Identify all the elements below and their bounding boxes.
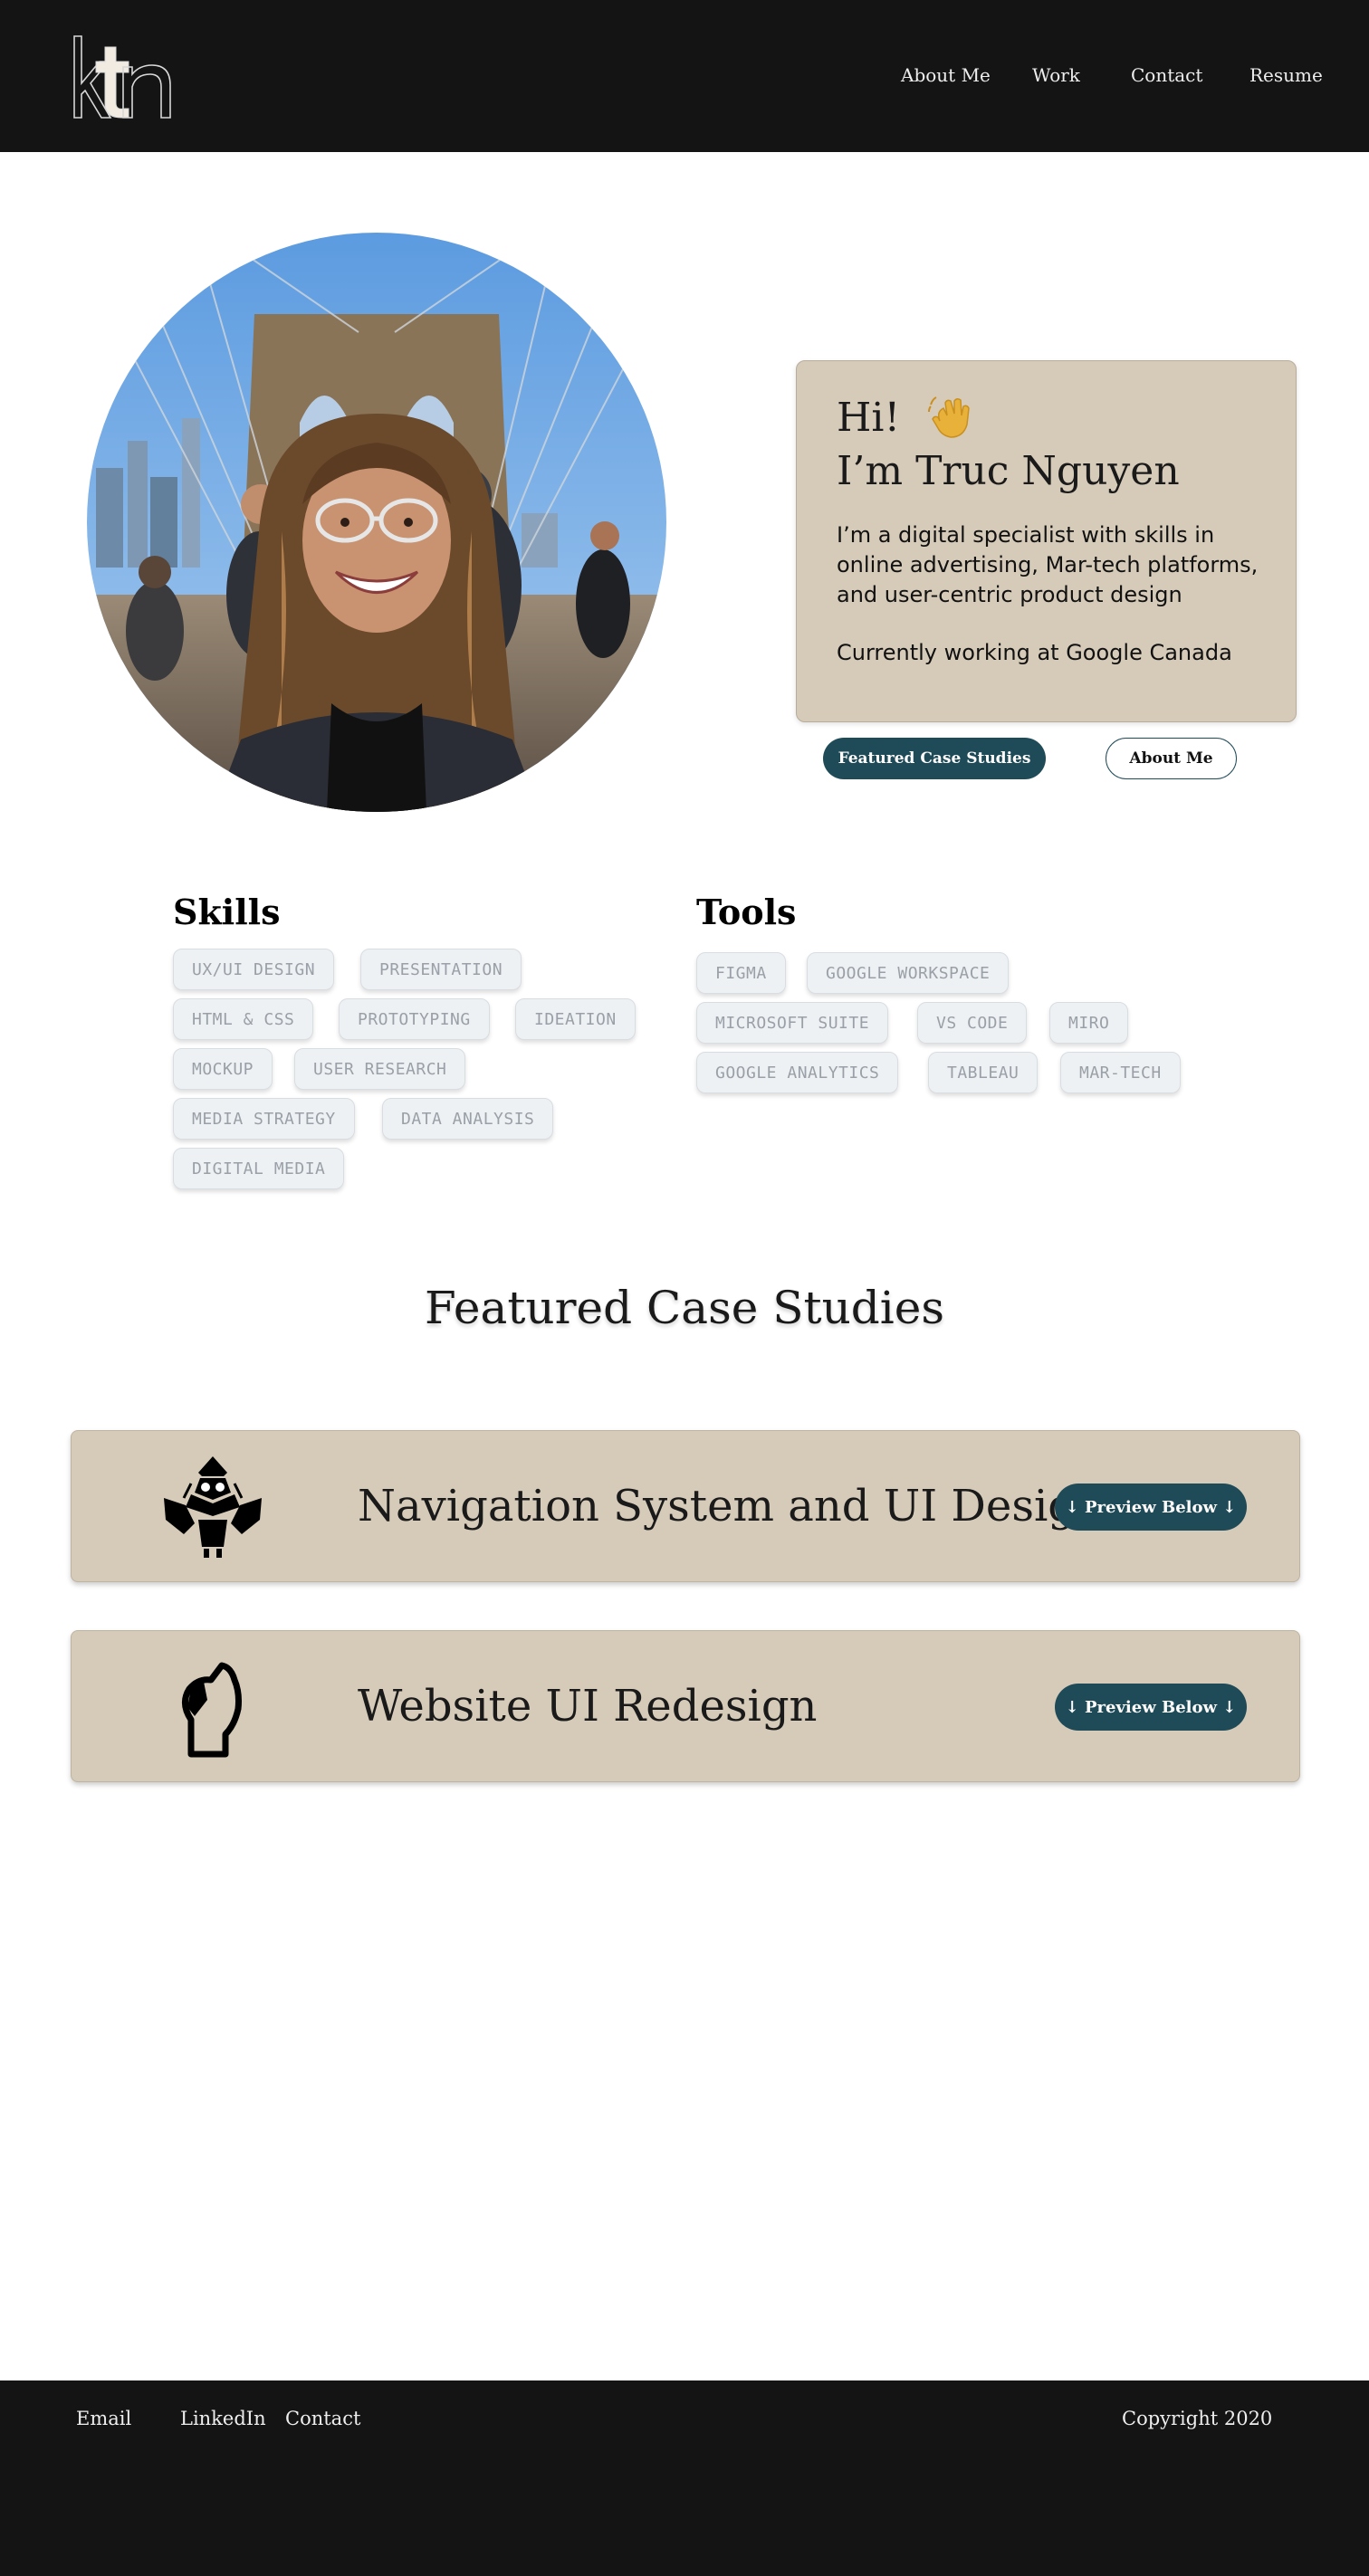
intro-card: Hi! I’m Truc Nguyen I’m a digital specia… — [796, 360, 1297, 722]
tool-tag: MIRO — [1049, 1002, 1129, 1044]
case-study-card-navigation[interactable]: Navigation System and UI Design ↓ Previe… — [71, 1430, 1300, 1582]
tool-tag: MAR-TECH — [1060, 1052, 1181, 1093]
profile-photo — [87, 233, 666, 812]
current-role: Currently working at Google Canada — [837, 640, 1232, 665]
tool-tag: GOOGLE ANALYTICS — [696, 1052, 899, 1093]
tool-tag: GOOGLE WORKSPACE — [807, 952, 1010, 994]
skill-tag: PRESENTATION — [360, 949, 522, 990]
hero-name: I’m Truc Nguyen — [837, 448, 1180, 494]
tools-title: Tools — [696, 892, 797, 932]
greeting-text: Hi! — [837, 394, 901, 441]
tool-tag: VS CODE — [917, 1002, 1028, 1044]
case-study-card-website[interactable]: Website UI Redesign ↓ Preview Below ↓ — [71, 1630, 1300, 1782]
tool-tag: MICROSOFT SUITE — [696, 1002, 889, 1044]
waving-hand-icon — [927, 394, 974, 441]
tool-tag: FIGMA — [696, 952, 786, 994]
skill-tag: DIGITAL MEDIA — [173, 1148, 345, 1189]
skill-tag: DATA ANALYSIS — [382, 1098, 554, 1140]
nav-contact[interactable]: Contact — [1131, 64, 1202, 86]
nav-about-me[interactable]: About Me — [901, 64, 991, 86]
skill-tag: MOCKUP — [173, 1048, 273, 1090]
site-header: About Me Work Contact Resume — [0, 0, 1369, 152]
footer-contact-link[interactable]: Contact — [285, 2408, 360, 2429]
hero-bio: I’m a digital specialist with skills in … — [837, 522, 1259, 607]
skill-tag: IDEATION — [515, 998, 636, 1040]
preview-below-button[interactable]: ↓ Preview Below ↓ — [1055, 1484, 1247, 1531]
skill-tag: PROTOTYPING — [339, 998, 490, 1040]
tool-tag: TABLEAU — [928, 1052, 1039, 1093]
greeting-line: Hi! — [837, 394, 974, 441]
skill-tag: UX/UI DESIGN — [173, 949, 335, 990]
footer-linkedin-link[interactable]: LinkedIn — [180, 2408, 266, 2429]
ktn-logo[interactable] — [69, 31, 177, 121]
skill-tag: HTML & CSS — [173, 998, 314, 1040]
nav-work[interactable]: Work — [1032, 64, 1080, 86]
copyright: Copyright 2020 — [1122, 2408, 1273, 2429]
about-me-button[interactable]: About Me — [1106, 738, 1237, 779]
case-study-title: Navigation System and UI Design — [358, 1481, 1104, 1531]
site-footer: Email LinkedIn Contact Copyright 2020 — [0, 2380, 1369, 2576]
skills-title: Skills — [173, 892, 281, 932]
skill-tag: USER RESEARCH — [294, 1048, 466, 1090]
preview-below-button[interactable]: ↓ Preview Below ↓ — [1055, 1684, 1247, 1731]
case-study-title: Website UI Redesign — [358, 1681, 818, 1732]
nav-resume[interactable]: Resume — [1249, 64, 1323, 86]
featured-case-studies-button[interactable]: Featured Case Studies — [823, 738, 1046, 779]
starfighter-icon — [158, 1453, 267, 1561]
footer-email-link[interactable]: Email — [76, 2408, 131, 2429]
skill-tag: MEDIA STRATEGY — [173, 1098, 355, 1140]
featured-title: Featured Case Studies — [424, 1282, 945, 1334]
chess-knight-icon — [158, 1653, 267, 1761]
